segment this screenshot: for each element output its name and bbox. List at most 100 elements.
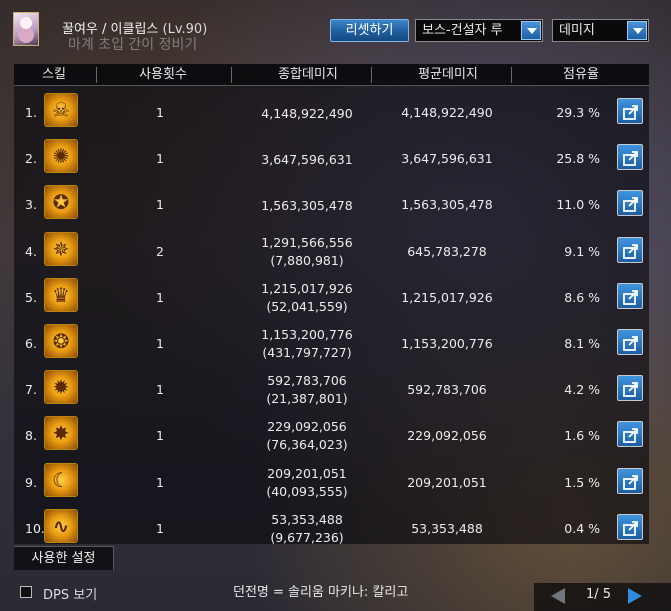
table-row: 8. ✸ 1 229,092,056 (76,364,023) 229,092,056 1.… xyxy=(14,411,649,457)
boss-select-value: 보스-건설자 루 xyxy=(422,23,503,38)
row-usage-count: 1 xyxy=(156,520,164,536)
flame-skull-icon: ☠ xyxy=(44,93,78,127)
header-share: 점유율 xyxy=(563,67,599,82)
row-total-damage-sub: (52,041,559) xyxy=(266,298,348,314)
header-skill: 스킬 xyxy=(42,67,66,82)
row-total-damage-value: 1,563,305,478 xyxy=(261,198,353,214)
row-total-damage-value: 3,647,596,631 xyxy=(261,152,353,168)
row-share: 0.4 % xyxy=(564,520,600,536)
row-average-damage: 4,148,922,490 xyxy=(401,105,493,120)
table-row: 9. ☾ 1 209,201,051 (40,093,555) 209,201,051 1.… xyxy=(14,458,649,504)
skill-damage-table: 스킬 사용횟수 종합데미지 평균데미지 점유율 1. ☠ 1 4,148,922,49… xyxy=(14,64,649,545)
row-usage-count: 1 xyxy=(156,474,164,490)
row-usage-count: 1 xyxy=(156,151,164,167)
export-icon xyxy=(623,336,638,351)
row-average-damage: 592,783,706 xyxy=(407,382,487,398)
row-usage-count: 1 xyxy=(156,105,164,120)
row-total-damage: 1,215,017,926 (52,041,559) xyxy=(232,280,382,316)
table-row: 6. ❂ 1 1,153,200,776 (431,797,727) 1,153,200,… xyxy=(14,319,649,365)
row-average-damage: 1,563,305,478 xyxy=(401,197,493,213)
whip-icon: ∿ xyxy=(44,508,78,543)
dps-view-checkbox[interactable] xyxy=(20,586,32,598)
explosion-icon: ✸ xyxy=(44,416,78,451)
row-average-damage: 1,215,017,926 xyxy=(401,289,493,305)
row-total-damage-sub: (9,677,236) xyxy=(270,529,344,545)
reset-button[interactable]: 리셋하기 xyxy=(330,19,409,42)
damage-type-select[interactable]: 데미지 xyxy=(552,19,649,42)
row-total-damage-sub: (431,797,727) xyxy=(262,345,352,360)
export-icon xyxy=(623,289,638,305)
row-share: 8.1 % xyxy=(564,336,600,351)
share-button[interactable] xyxy=(617,329,643,355)
export-icon xyxy=(623,151,638,167)
chevron-down-icon[interactable] xyxy=(627,21,647,40)
used-settings-tab[interactable]: 사용한 설정 xyxy=(14,546,114,570)
header-total-damage: 종합데미지 xyxy=(278,67,338,82)
share-button[interactable] xyxy=(617,467,643,494)
chevron-down-icon[interactable] xyxy=(521,21,541,40)
table-row: 3. ✪ 1 1,563,305,478 1,563,305,478 11.0 % xyxy=(14,180,649,226)
share-button[interactable] xyxy=(617,375,643,402)
row-average-damage: 645,783,278 xyxy=(407,243,487,259)
header-average-damage: 평균데미지 xyxy=(418,67,478,82)
share-button[interactable] xyxy=(617,513,643,540)
row-average-damage: 229,092,056 xyxy=(407,428,487,444)
row-share: 1.6 % xyxy=(564,428,600,444)
row-total-damage-value: 229,092,056 xyxy=(267,419,347,435)
row-total-damage-value: 1,291,566,556 xyxy=(261,234,353,250)
swirl-icon: ✺ xyxy=(44,139,78,174)
share-button[interactable] xyxy=(617,236,643,263)
header-divider xyxy=(371,67,372,83)
export-icon xyxy=(623,428,638,444)
header-divider xyxy=(511,67,512,83)
row-share: 8.6 % xyxy=(564,289,600,305)
rune-circle-icon: ✵ xyxy=(44,231,78,266)
export-icon xyxy=(623,474,638,490)
header-divider xyxy=(96,67,97,83)
row-total-damage-sub: (7,880,981) xyxy=(270,252,344,268)
dungeon-name: 던전명 = 솔리움 마키나: 칼리고 xyxy=(233,585,409,600)
character-portrait xyxy=(13,12,39,46)
share-button[interactable] xyxy=(617,421,643,448)
table-row: 10. ∿ 1 53,353,488 (9,677,236) 53,353,488 0.4 … xyxy=(14,504,649,550)
share-button[interactable] xyxy=(617,190,643,217)
share-button[interactable] xyxy=(617,144,643,171)
row-average-damage: 53,353,488 xyxy=(411,520,483,536)
header: 꿀여우 / 이클립스 (Lv.90) 마계 초입 간이 정비기 리셋하기 보스-… xyxy=(0,0,671,56)
row-usage-count: 2 xyxy=(156,243,164,259)
export-icon xyxy=(623,520,638,536)
next-page-icon[interactable] xyxy=(628,588,642,604)
page-indicator: 1/ 5 xyxy=(586,587,612,602)
prev-page-icon[interactable] xyxy=(551,588,565,604)
table-row: 5. ♛ 1 1,215,017,926 (52,041,559) 1,215,017,9… xyxy=(14,273,649,319)
share-button[interactable] xyxy=(617,282,643,309)
row-total-damage-value: 4,148,922,490 xyxy=(261,106,353,121)
damage-type-select-value: 데미지 xyxy=(559,23,595,38)
share-button[interactable] xyxy=(617,98,643,124)
header-divider xyxy=(231,67,232,83)
row-total-damage: 592,783,706 (21,387,801) xyxy=(232,372,382,408)
row-total-damage-value: 1,215,017,926 xyxy=(261,280,353,296)
dps-view-label: DPS 보기 xyxy=(43,588,98,603)
row-total-damage: 1,153,200,776 (431,797,727) xyxy=(232,326,382,362)
row-share: 29.3 % xyxy=(556,105,600,120)
crescent-icon: ☾ xyxy=(44,462,78,497)
row-share: 9.1 % xyxy=(564,243,600,259)
crown-icon: ♛ xyxy=(44,277,78,312)
export-icon xyxy=(623,382,638,398)
row-total-damage: 1,291,566,556 (7,880,981) xyxy=(232,234,382,270)
table-row: 1. ☠ 1 4,148,922,490 4,148,922,490 29.3 % xyxy=(14,88,649,134)
row-usage-count: 1 xyxy=(156,336,164,351)
background-location-text: 마계 초입 간이 정비기 xyxy=(68,37,198,53)
export-icon xyxy=(623,105,638,120)
row-share: 1.5 % xyxy=(564,474,600,490)
dragon-icon: ❂ xyxy=(44,324,78,358)
boss-select[interactable]: 보스-건설자 루 xyxy=(415,19,543,42)
table-row: 7. ✹ 1 592,783,706 (21,387,801) 592,783,706 4.… xyxy=(14,365,649,411)
row-share: 4.2 % xyxy=(564,382,600,398)
orb-slash-icon: ✪ xyxy=(44,185,78,220)
export-icon xyxy=(623,243,638,259)
row-usage-count: 1 xyxy=(156,428,164,444)
table-row: 4. ✵ 2 1,291,566,556 (7,880,981) 645,783,278 9… xyxy=(14,227,649,273)
ring-burst-icon: ✹ xyxy=(44,370,78,405)
